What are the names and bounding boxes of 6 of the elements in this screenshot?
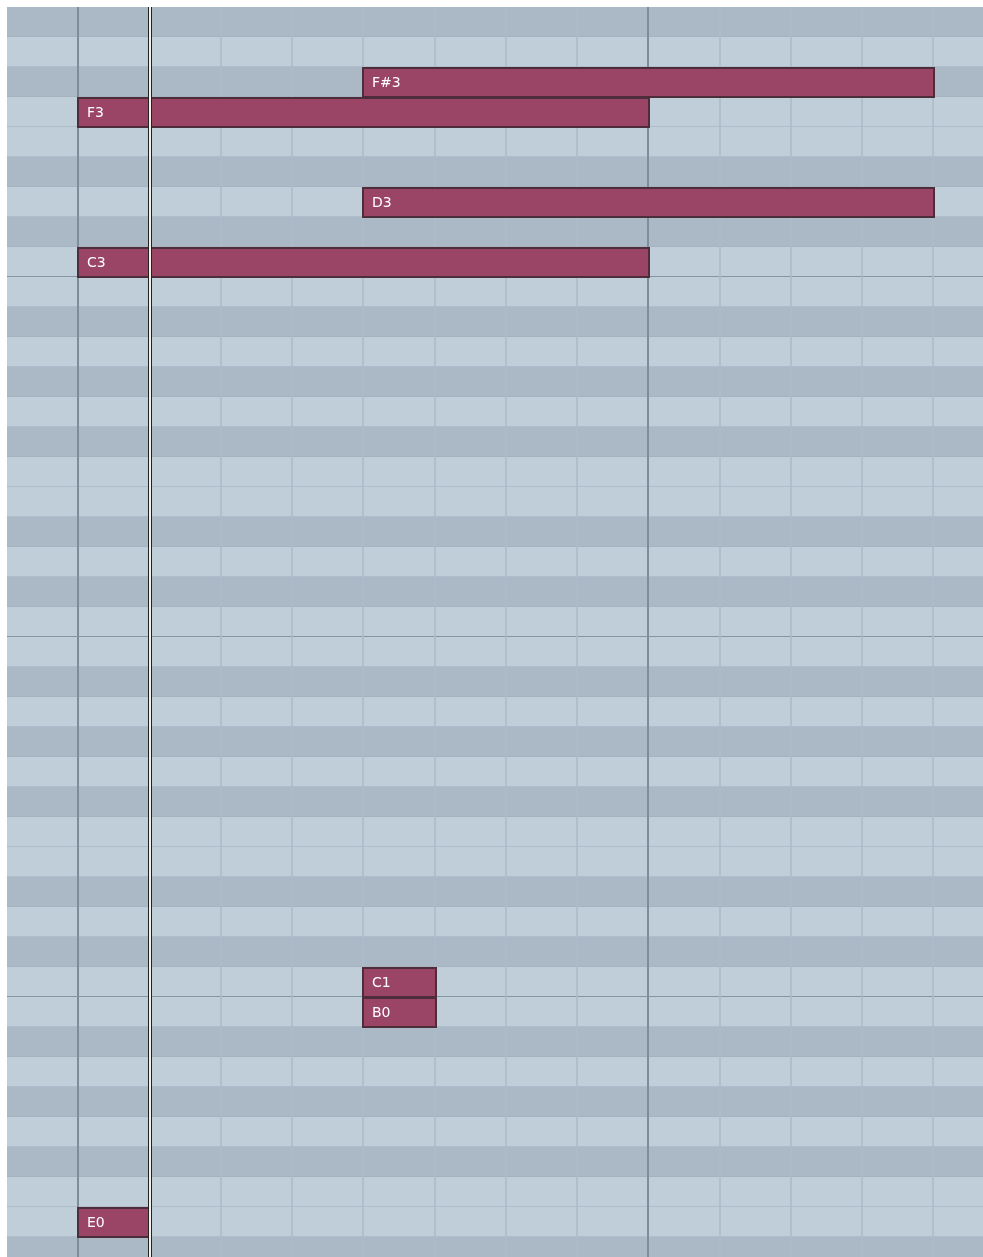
note[interactable]: D3 [362, 187, 935, 218]
note[interactable]: C3 [77, 247, 650, 278]
note[interactable]: C1 [362, 967, 437, 998]
note[interactable]: F#3 [362, 67, 935, 98]
note[interactable]: B0 [362, 997, 437, 1028]
note[interactable]: F3 [77, 97, 650, 128]
